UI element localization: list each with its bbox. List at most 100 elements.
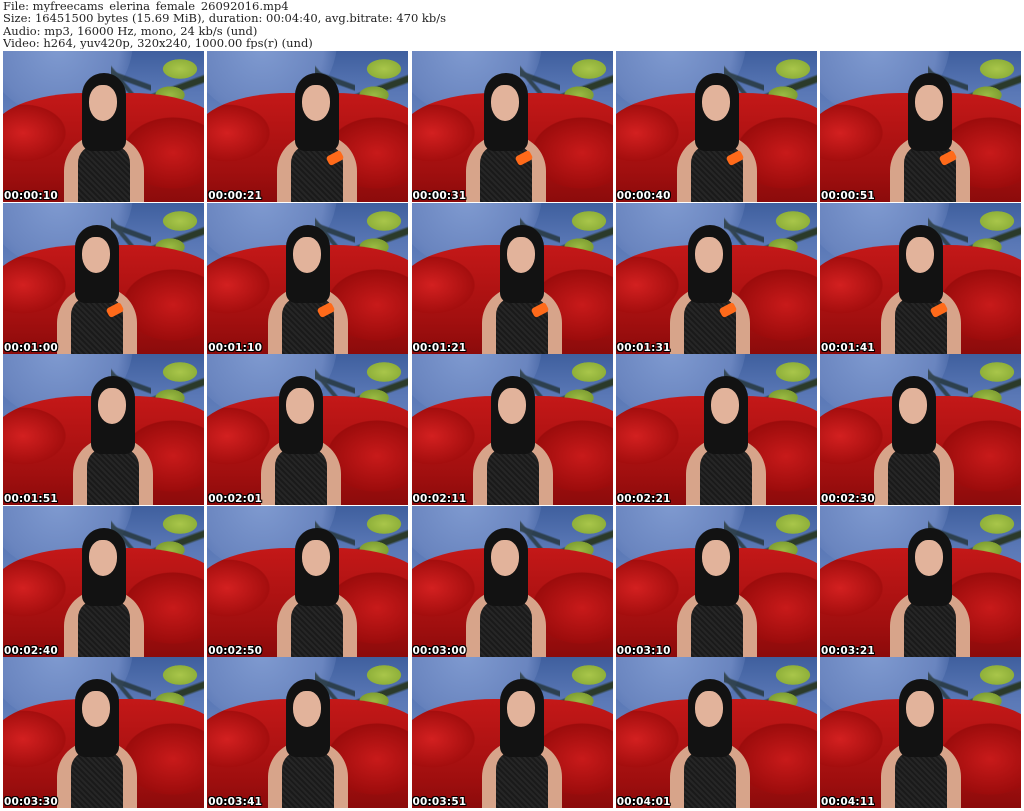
person-top [895, 751, 947, 808]
person-figure [255, 376, 345, 505]
person-face [82, 236, 110, 273]
thumbnail-timestamp: 00:03:10 [616, 644, 671, 657]
thumbnail-timestamp: 00:01:41 [821, 341, 875, 354]
video-thumbnail[interactable]: 00:01:31 [615, 202, 817, 354]
person-figure [51, 679, 141, 808]
person-face [302, 539, 331, 576]
person-figure [671, 73, 761, 202]
person-figure [476, 679, 566, 808]
video-thumbnail[interactable]: 00:03:00 [411, 505, 613, 657]
video-thumbnail[interactable]: 00:02:11 [411, 354, 613, 505]
file-info-header: File: myfreecams_elerina_female_26092016… [3, 0, 1021, 50]
person-face [82, 691, 110, 727]
person-face [701, 85, 730, 121]
thumbnail-timestamp: 00:02:01 [208, 493, 263, 505]
video-thumbnail[interactable]: 00:02:21 [615, 354, 817, 505]
person-top [87, 448, 139, 505]
thumbnail-timestamp: 00:03:30 [4, 796, 58, 808]
person-face [915, 85, 943, 121]
thumbnail-timestamp: 00:00:10 [4, 190, 58, 202]
video-thumbnail[interactable]: 00:04:11 [820, 657, 1021, 808]
person-face [506, 236, 535, 273]
person-top [275, 448, 328, 505]
video-thumbnail[interactable]: 00:03:41 [207, 657, 409, 808]
audio-info-line: Audio: mp3, 16000 Hz, mono, 24 kb/s (und… [3, 24, 258, 37]
person-figure [884, 527, 974, 657]
video-info-line: Video: h264, yuv420p, 320x240, 1000.00 f… [3, 36, 313, 50]
file-name-line: File: myfreecams_elerina_female_26092016… [3, 0, 289, 13]
thumbnail-timestamp: 00:02:50 [208, 644, 263, 657]
video-thumbnail[interactable]: 00:01:41 [820, 202, 1021, 354]
person-face [899, 388, 927, 424]
thumbnail-timestamp: 00:00:40 [616, 190, 671, 202]
person-face [906, 691, 934, 727]
person-figure [58, 73, 148, 202]
video-thumbnail[interactable]: 00:02:30 [820, 354, 1021, 505]
video-thumbnail[interactable]: 00:01:00 [3, 202, 204, 354]
person-figure [58, 527, 148, 657]
video-thumbnail[interactable]: 00:00:40 [615, 51, 817, 202]
video-thumbnail[interactable]: 00:04:01 [615, 657, 817, 808]
thumbnail-timestamp: 00:01:21 [412, 341, 467, 354]
person-figure [875, 224, 965, 354]
video-thumbnail[interactable]: 00:00:31 [411, 51, 613, 202]
person-top [71, 751, 123, 808]
person-face [293, 236, 322, 273]
thumbnail-timestamp: 00:02:11 [412, 493, 467, 505]
person-figure [884, 73, 974, 202]
thumbnail-timestamp: 00:01:51 [4, 493, 58, 505]
person-face [915, 539, 943, 576]
thumbnail-timestamp: 00:02:21 [616, 493, 671, 505]
person-top [291, 599, 344, 657]
person-top [699, 448, 752, 505]
thumbnail-timestamp: 00:01:31 [616, 341, 671, 354]
person-figure [664, 679, 754, 808]
thumbnail-timestamp: 00:00:31 [412, 190, 467, 202]
person-figure [868, 376, 958, 505]
person-top [486, 448, 539, 505]
person-top [479, 599, 532, 657]
person-figure [460, 73, 550, 202]
thumbnail-timestamp: 00:01:00 [4, 341, 58, 354]
person-figure [671, 527, 761, 657]
person-face [89, 539, 117, 576]
video-thumbnail[interactable]: 00:03:51 [411, 657, 613, 808]
person-figure [271, 73, 361, 202]
video-thumbnail[interactable]: 00:00:10 [3, 51, 204, 202]
person-face [98, 388, 126, 424]
person-figure [460, 527, 550, 657]
video-thumbnail[interactable]: 00:00:51 [820, 51, 1021, 202]
person-face [89, 85, 117, 121]
person-top [683, 751, 736, 808]
video-thumbnail[interactable]: 00:03:21 [820, 505, 1021, 657]
thumbnail-timestamp: 00:04:01 [616, 796, 671, 808]
person-face [710, 388, 739, 424]
person-face [506, 691, 535, 727]
person-figure [271, 527, 361, 657]
person-top [495, 751, 548, 808]
video-thumbnail[interactable]: 00:02:01 [207, 354, 409, 505]
video-thumbnail[interactable]: 00:03:10 [615, 505, 817, 657]
person-top [690, 599, 743, 657]
person-face [694, 236, 723, 273]
person-face [490, 85, 519, 121]
video-thumbnail[interactable]: 00:02:50 [207, 505, 409, 657]
thumbnail-timestamp: 00:00:21 [208, 190, 263, 202]
thumbnail-timestamp: 00:02:30 [821, 493, 875, 505]
person-top [888, 448, 940, 505]
person-figure [262, 679, 352, 808]
person-figure [67, 376, 157, 505]
thumbnail-grid: 00:00:10 00:00:21 00:00:31 00:00:40 00:00:51… [3, 51, 1021, 808]
video-thumbnail[interactable]: 00:02:40 [3, 505, 204, 657]
thumbnail-timestamp: 00:00:51 [821, 190, 875, 202]
thumbnail-timestamp: 00:04:11 [821, 796, 875, 808]
thumbnail-timestamp: 00:03:00 [412, 644, 467, 657]
video-thumbnail[interactable]: 00:01:51 [3, 354, 204, 505]
thumbnail-timestamp: 00:02:40 [4, 644, 58, 657]
thumbnail-timestamp: 00:03:51 [412, 796, 467, 808]
video-thumbnail[interactable]: 00:01:21 [411, 202, 613, 354]
video-thumbnail[interactable]: 00:03:30 [3, 657, 204, 808]
video-thumbnail[interactable]: 00:00:21 [207, 51, 409, 202]
video-thumbnail[interactable]: 00:01:10 [207, 202, 409, 354]
thumbnail-timestamp: 00:03:21 [821, 644, 875, 657]
